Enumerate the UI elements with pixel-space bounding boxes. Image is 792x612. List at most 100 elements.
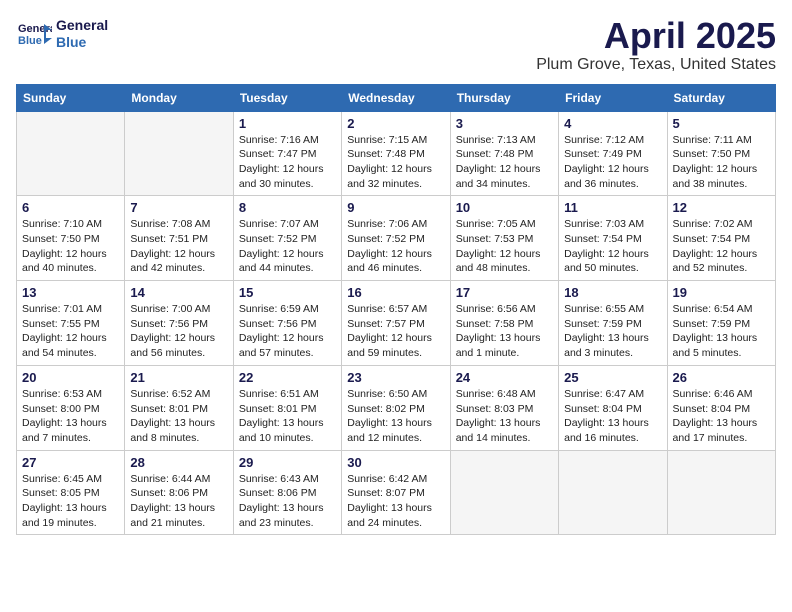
- day-info: Sunrise: 7:01 AM Sunset: 7:55 PM Dayligh…: [22, 302, 119, 361]
- calendar-cell: 24 Sunrise: 6:48 AM Sunset: 8:03 PM Dayli…: [450, 365, 558, 450]
- calendar-cell: 1Sunrise: 7:16 AM Sunset: 7:47 PM Daylig…: [233, 111, 341, 196]
- calendar-cell: 21 Sunrise: 6:52 AM Sunset: 8:01 PM Dayli…: [125, 365, 233, 450]
- weekday-header-sunday: Sunday: [17, 84, 125, 111]
- day-info: Sunrise: 6:43 AM Sunset: 8:06 PM Dayligh…: [239, 472, 336, 531]
- day-info: Sunrise: 7:08 AM Sunset: 7:51 PM Dayligh…: [130, 217, 227, 276]
- calendar-cell: 11 Sunrise: 7:03 AM Sunset: 7:54 PM Dayli…: [559, 196, 667, 281]
- day-info: Sunrise: 6:53 AM Sunset: 8:00 PM Dayligh…: [22, 387, 119, 446]
- day-number: 18: [564, 285, 661, 300]
- day-info: Sunrise: 6:59 AM Sunset: 7:56 PM Dayligh…: [239, 302, 336, 361]
- day-number: 28: [130, 455, 227, 470]
- day-info: Sunrise: 6:47 AM Sunset: 8:04 PM Dayligh…: [564, 387, 661, 446]
- day-info: Sunrise: 7:07 AM Sunset: 7:52 PM Dayligh…: [239, 217, 336, 276]
- calendar-cell: 16 Sunrise: 6:57 AM Sunset: 7:57 PM Dayli…: [342, 281, 450, 366]
- day-number: 27: [22, 455, 119, 470]
- calendar-cell: 4Sunrise: 7:12 AM Sunset: 7:49 PM Daylig…: [559, 111, 667, 196]
- day-info: Sunrise: 7:15 AM Sunset: 7:48 PM Dayligh…: [347, 133, 444, 192]
- day-info: Sunrise: 6:52 AM Sunset: 8:01 PM Dayligh…: [130, 387, 227, 446]
- day-info: Sunrise: 7:02 AM Sunset: 7:54 PM Dayligh…: [673, 217, 770, 276]
- day-info: Sunrise: 6:51 AM Sunset: 8:01 PM Dayligh…: [239, 387, 336, 446]
- calendar-cell: [125, 111, 233, 196]
- calendar-week-2: 6 Sunrise: 7:10 AM Sunset: 7:50 PM Daylig…: [17, 196, 776, 281]
- day-info: Sunrise: 7:03 AM Sunset: 7:54 PM Dayligh…: [564, 217, 661, 276]
- calendar-cell: [17, 111, 125, 196]
- calendar-cell: 5Sunrise: 7:11 AM Sunset: 7:50 PM Daylig…: [667, 111, 775, 196]
- day-info: Sunrise: 6:50 AM Sunset: 8:02 PM Dayligh…: [347, 387, 444, 446]
- day-number: 7: [130, 200, 227, 215]
- day-number: 4: [564, 116, 661, 131]
- day-number: 3: [456, 116, 553, 131]
- calendar-cell: 18 Sunrise: 6:55 AM Sunset: 7:59 PM Dayli…: [559, 281, 667, 366]
- day-number: 24: [456, 370, 553, 385]
- weekday-header-monday: Monday: [125, 84, 233, 111]
- day-info: Sunrise: 6:45 AM Sunset: 8:05 PM Dayligh…: [22, 472, 119, 531]
- day-number: 6: [22, 200, 119, 215]
- day-info: Sunrise: 7:00 AM Sunset: 7:56 PM Dayligh…: [130, 302, 227, 361]
- calendar-header: SundayMondayTuesdayWednesdayThursdayFrid…: [17, 84, 776, 111]
- day-number: 13: [22, 285, 119, 300]
- logo-icon: General Blue: [16, 16, 52, 52]
- day-number: 30: [347, 455, 444, 470]
- logo-text-line1: General: [56, 17, 108, 34]
- day-info: Sunrise: 6:42 AM Sunset: 8:07 PM Dayligh…: [347, 472, 444, 531]
- weekday-header-saturday: Saturday: [667, 84, 775, 111]
- calendar-cell: 19 Sunrise: 6:54 AM Sunset: 7:59 PM Dayli…: [667, 281, 775, 366]
- day-info: Sunrise: 6:54 AM Sunset: 7:59 PM Dayligh…: [673, 302, 770, 361]
- logo: General Blue General Blue: [16, 16, 108, 52]
- calendar-title: April 2025: [536, 16, 776, 56]
- calendar-cell: 29 Sunrise: 6:43 AM Sunset: 8:06 PM Dayli…: [233, 450, 341, 535]
- calendar-body: 1Sunrise: 7:16 AM Sunset: 7:47 PM Daylig…: [17, 111, 776, 535]
- day-info: Sunrise: 7:11 AM Sunset: 7:50 PM Dayligh…: [673, 133, 770, 192]
- day-number: 16: [347, 285, 444, 300]
- calendar-table: SundayMondayTuesdayWednesdayThursdayFrid…: [16, 84, 776, 536]
- calendar-cell: 8 Sunrise: 7:07 AM Sunset: 7:52 PM Daylig…: [233, 196, 341, 281]
- calendar-week-3: 13 Sunrise: 7:01 AM Sunset: 7:55 PM Dayli…: [17, 281, 776, 366]
- calendar-cell: 9 Sunrise: 7:06 AM Sunset: 7:52 PM Daylig…: [342, 196, 450, 281]
- calendar-week-5: 27 Sunrise: 6:45 AM Sunset: 8:05 PM Dayli…: [17, 450, 776, 535]
- calendar-cell: 20 Sunrise: 6:53 AM Sunset: 8:00 PM Dayli…: [17, 365, 125, 450]
- day-number: 14: [130, 285, 227, 300]
- day-info: Sunrise: 6:48 AM Sunset: 8:03 PM Dayligh…: [456, 387, 553, 446]
- calendar-cell: 12 Sunrise: 7:02 AM Sunset: 7:54 PM Dayli…: [667, 196, 775, 281]
- day-number: 2: [347, 116, 444, 131]
- weekday-header-thursday: Thursday: [450, 84, 558, 111]
- calendar-cell: 28 Sunrise: 6:44 AM Sunset: 8:06 PM Dayli…: [125, 450, 233, 535]
- day-info: Sunrise: 6:57 AM Sunset: 7:57 PM Dayligh…: [347, 302, 444, 361]
- calendar-cell: 13 Sunrise: 7:01 AM Sunset: 7:55 PM Dayli…: [17, 281, 125, 366]
- calendar-cell: 22Sunrise: 6:51 AM Sunset: 8:01 PM Dayli…: [233, 365, 341, 450]
- calendar-subtitle: Plum Grove, Texas, United States: [536, 56, 776, 74]
- day-number: 11: [564, 200, 661, 215]
- day-info: Sunrise: 6:44 AM Sunset: 8:06 PM Dayligh…: [130, 472, 227, 531]
- calendar-cell: [450, 450, 558, 535]
- day-number: 26: [673, 370, 770, 385]
- day-info: Sunrise: 6:55 AM Sunset: 7:59 PM Dayligh…: [564, 302, 661, 361]
- day-info: Sunrise: 7:06 AM Sunset: 7:52 PM Dayligh…: [347, 217, 444, 276]
- title-block: April 2025 Plum Grove, Texas, United Sta…: [536, 16, 776, 74]
- day-number: 15: [239, 285, 336, 300]
- day-number: 8: [239, 200, 336, 215]
- weekday-header-wednesday: Wednesday: [342, 84, 450, 111]
- day-info: Sunrise: 6:46 AM Sunset: 8:04 PM Dayligh…: [673, 387, 770, 446]
- calendar-cell: [559, 450, 667, 535]
- calendar-cell: 30 Sunrise: 6:42 AM Sunset: 8:07 PM Dayli…: [342, 450, 450, 535]
- calendar-cell: [667, 450, 775, 535]
- day-number: 9: [347, 200, 444, 215]
- day-info: Sunrise: 6:56 AM Sunset: 7:58 PM Dayligh…: [456, 302, 553, 361]
- day-info: Sunrise: 7:10 AM Sunset: 7:50 PM Dayligh…: [22, 217, 119, 276]
- day-number: 12: [673, 200, 770, 215]
- calendar-cell: 10Sunrise: 7:05 AM Sunset: 7:53 PM Dayli…: [450, 196, 558, 281]
- day-number: 29: [239, 455, 336, 470]
- day-number: 21: [130, 370, 227, 385]
- day-number: 19: [673, 285, 770, 300]
- day-number: 17: [456, 285, 553, 300]
- day-number: 23: [347, 370, 444, 385]
- svg-text:Blue: Blue: [18, 35, 42, 47]
- calendar-cell: 6 Sunrise: 7:10 AM Sunset: 7:50 PM Daylig…: [17, 196, 125, 281]
- day-info: Sunrise: 7:13 AM Sunset: 7:48 PM Dayligh…: [456, 133, 553, 192]
- page-header: General Blue General Blue April 2025 Plu…: [16, 16, 776, 74]
- calendar-cell: 3 Sunrise: 7:13 AM Sunset: 7:48 PM Daylig…: [450, 111, 558, 196]
- weekday-header-tuesday: Tuesday: [233, 84, 341, 111]
- calendar-week-4: 20 Sunrise: 6:53 AM Sunset: 8:00 PM Dayli…: [17, 365, 776, 450]
- day-number: 20: [22, 370, 119, 385]
- calendar-cell: 7 Sunrise: 7:08 AM Sunset: 7:51 PM Daylig…: [125, 196, 233, 281]
